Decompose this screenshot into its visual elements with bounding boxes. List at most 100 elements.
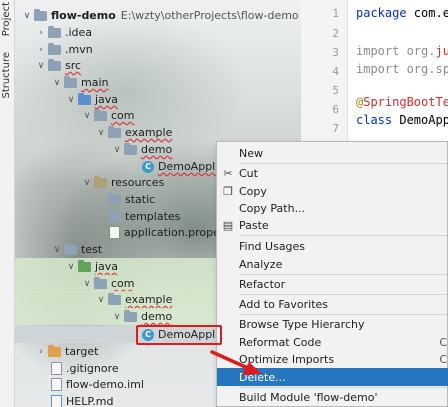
- chevron-down-icon[interactable]: ∨: [65, 95, 77, 105]
- code-line-4: import org.spr: [356, 62, 448, 76]
- tree-row-java[interactable]: ∨ java: [15, 91, 301, 108]
- chevron-down-icon[interactable]: ∨: [111, 145, 123, 155]
- line-number: 2: [332, 27, 339, 40]
- menu-separator: [239, 235, 447, 236]
- tree-item-label: test: [81, 243, 103, 256]
- structure-tab[interactable]: Structure: [1, 52, 12, 99]
- code-line-7: class DemoAppl: [356, 113, 448, 127]
- folder-icon: [108, 209, 121, 222]
- folder-icon: [48, 58, 61, 71]
- tree-item-label: HELP.md: [66, 395, 114, 407]
- scissors-icon: ✂: [223, 166, 233, 180]
- tree-item-label: src: [65, 59, 82, 72]
- tree-row-com[interactable]: ∨ com: [15, 107, 301, 124]
- tree-item-label: com: [111, 109, 135, 122]
- package-icon: [108, 292, 121, 305]
- package-icon: [108, 125, 121, 138]
- tree-item-label: java: [95, 260, 119, 273]
- project-tab[interactable]: Project: [1, 2, 12, 36]
- tree-item-label: demo: [141, 143, 173, 156]
- menu-item-copy[interactable]: ❐ Copy: [217, 182, 448, 200]
- chevron-down-icon[interactable]: ∨: [111, 312, 123, 322]
- chevron-down-icon[interactable]: ∨: [81, 279, 93, 289]
- package-icon: [124, 309, 137, 322]
- tree-item-label: .idea: [65, 26, 93, 39]
- markdown-file-icon: [51, 395, 62, 407]
- line-number: 7: [332, 122, 339, 135]
- menu-item-copy-path[interactable]: Copy Path...: [217, 199, 448, 217]
- chevron-down-icon[interactable]: ∨: [81, 178, 93, 188]
- tree-item-label: .mvn: [65, 43, 93, 56]
- tree-item-label: static: [125, 193, 156, 206]
- chevron-down-icon[interactable]: ∨: [81, 111, 93, 121]
- tree-item-label: example: [125, 126, 173, 139]
- annotation-highlight-box: [136, 325, 222, 345]
- line-number: 5: [332, 84, 339, 97]
- code-line-6: @SpringBootTes: [356, 95, 448, 109]
- chevron-down-icon[interactable]: ∨: [95, 295, 107, 305]
- module-file-icon: [51, 378, 62, 391]
- tool-window-strip: Project Structure: [0, 0, 15, 407]
- tree-item-label: java: [95, 93, 119, 106]
- menu-item-optimize-imports[interactable]: Optimize Imports C: [217, 350, 448, 368]
- chevron-down-icon[interactable]: ∨: [65, 262, 77, 272]
- package-icon: [124, 142, 137, 155]
- folder-icon: [64, 75, 77, 88]
- menu-item-find-usages[interactable]: Find Usages: [217, 237, 448, 255]
- root-label: flow-demo: [51, 9, 116, 22]
- menu-item-reformat-code[interactable]: Reformat Code C: [217, 333, 448, 351]
- clipboard-icon: ▤: [222, 218, 234, 232]
- tree-row-example[interactable]: ∨ example: [15, 124, 301, 141]
- line-number: 4: [332, 65, 339, 78]
- chevron-down-icon[interactable]: ∨: [95, 128, 107, 138]
- tree-row-src[interactable]: ∨ src: [15, 57, 301, 74]
- resources-folder-icon: [94, 175, 107, 188]
- tree-row-root[interactable]: ∨ flow-demo E:\wzty\otherProjects\flow-d…: [15, 7, 301, 24]
- chevron-down-icon[interactable]: ∨: [51, 78, 63, 88]
- menu-item-cut[interactable]: ✂ Cut: [217, 164, 448, 182]
- menu-item-add-to-favorites[interactable]: Add to Favorites: [217, 295, 448, 313]
- folder-icon: [48, 42, 61, 55]
- chevron-right-icon[interactable]: ›: [35, 28, 47, 38]
- folder-icon: [64, 242, 77, 255]
- root-path: E:\wzty\otherProjects\flow-demo: [120, 9, 299, 22]
- folder-icon: [108, 192, 121, 205]
- chevron-down-icon[interactable]: ∨: [21, 11, 33, 21]
- folder-icon: [48, 25, 61, 38]
- menu-item-build-module[interactable]: Build Module 'flow-demo': [217, 388, 448, 406]
- tree-item-label: com: [111, 277, 135, 290]
- code-line-1: package com.e: [356, 6, 448, 20]
- menu-item-paste[interactable]: ▤ Paste: [217, 216, 448, 234]
- menu-item-new[interactable]: New: [217, 144, 448, 162]
- tree-row-idea[interactable]: › .idea: [15, 24, 301, 41]
- menu-item-browse-type-hierarchy[interactable]: Browse Type Hierarchy: [217, 315, 448, 333]
- package-icon: [94, 108, 107, 121]
- tree-row-mvn[interactable]: › .mvn: [15, 41, 301, 58]
- tree-row-main[interactable]: ∨ main: [15, 74, 301, 91]
- java-class-icon: C: [142, 160, 154, 173]
- folder-icon: [34, 8, 47, 21]
- tree-item-label: templates: [125, 210, 181, 223]
- properties-file-icon: [109, 226, 120, 239]
- code-line-3: import org.ju: [356, 44, 448, 58]
- tree-item-label: target: [65, 345, 99, 358]
- source-folder-icon: [78, 92, 91, 105]
- shortcut-hint: C: [439, 352, 447, 366]
- line-number: 6: [332, 103, 339, 116]
- copy-icon: ❐: [223, 184, 233, 198]
- chevron-right-icon[interactable]: ›: [35, 347, 47, 357]
- gitignore-file-icon: [51, 362, 62, 375]
- tree-item-label: demo: [141, 310, 173, 323]
- chevron-down-icon[interactable]: ∨: [51, 245, 63, 255]
- menu-item-delete[interactable]: Delete...: [217, 368, 448, 386]
- menu-item-analyze[interactable]: Analyze: [217, 255, 448, 273]
- context-menu: New ✂ Cut ❐ Copy Copy Path... ▤ Paste Fi…: [216, 141, 448, 407]
- tree-item-label: main: [81, 76, 109, 89]
- line-number: 1: [332, 7, 339, 20]
- tree-item-label: .gitignore: [66, 362, 119, 375]
- chevron-down-icon[interactable]: ∨: [35, 61, 47, 71]
- tree-item-label: resources: [111, 176, 165, 189]
- menu-item-refactor[interactable]: Refactor: [217, 275, 448, 293]
- tree-item-label: flow-demo.iml: [66, 378, 144, 391]
- chevron-right-icon[interactable]: ›: [35, 45, 47, 55]
